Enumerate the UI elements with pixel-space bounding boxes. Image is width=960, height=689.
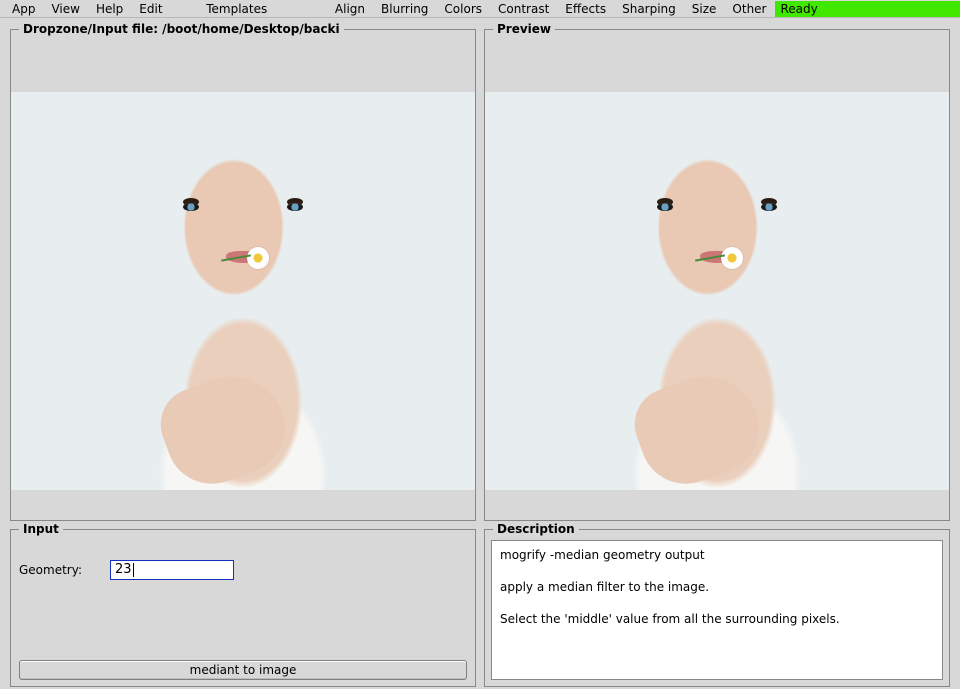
description-title: Description bbox=[493, 522, 579, 536]
menu-blurring[interactable]: Blurring bbox=[373, 1, 436, 17]
description-line: mogrify -median geometry output bbox=[500, 547, 934, 563]
preview-panel: Preview bbox=[484, 29, 950, 521]
menu-align[interactable]: Align bbox=[327, 1, 373, 17]
menu-size[interactable]: Size bbox=[684, 1, 725, 17]
description-line: apply a median filter to the image. bbox=[500, 579, 934, 595]
menubar: App View Help Edit Templates Align Blurr… bbox=[0, 0, 960, 18]
menu-templates[interactable]: Templates bbox=[198, 1, 275, 17]
preview-title: Preview bbox=[493, 22, 555, 36]
description-panel: Description mogrify -median geometry out… bbox=[484, 529, 950, 687]
input-panel: Input Geometry: 23 mediant to image bbox=[10, 529, 476, 687]
input-image bbox=[11, 92, 475, 490]
description-text[interactable]: mogrify -median geometry output apply a … bbox=[491, 540, 943, 680]
menu-edit[interactable]: Edit bbox=[131, 1, 170, 17]
dropzone-title: Dropzone/Input file: /boot/home/Desktop/… bbox=[19, 22, 344, 36]
menu-sharping[interactable]: Sharping bbox=[614, 1, 684, 17]
input-title: Input bbox=[19, 522, 63, 536]
apply-button[interactable]: mediant to image bbox=[19, 660, 467, 680]
menu-effects[interactable]: Effects bbox=[557, 1, 614, 17]
menu-view[interactable]: View bbox=[43, 1, 87, 17]
geometry-input[interactable]: 23 bbox=[110, 560, 234, 580]
workarea: Dropzone/Input file: /boot/home/Desktop/… bbox=[0, 18, 960, 689]
menu-contrast[interactable]: Contrast bbox=[490, 1, 557, 17]
menu-help[interactable]: Help bbox=[88, 1, 131, 17]
status-bar: Ready bbox=[775, 1, 960, 17]
description-line: Select the 'middle' value from all the s… bbox=[500, 611, 934, 627]
dropzone-panel[interactable]: Dropzone/Input file: /boot/home/Desktop/… bbox=[10, 29, 476, 521]
menu-app[interactable]: App bbox=[4, 1, 43, 17]
menu-other[interactable]: Other bbox=[724, 1, 774, 17]
preview-image bbox=[485, 92, 949, 490]
menu-colors[interactable]: Colors bbox=[436, 1, 490, 17]
geometry-label: Geometry: bbox=[19, 563, 82, 577]
geometry-value: 23 bbox=[115, 562, 132, 577]
text-caret-icon bbox=[133, 563, 134, 577]
